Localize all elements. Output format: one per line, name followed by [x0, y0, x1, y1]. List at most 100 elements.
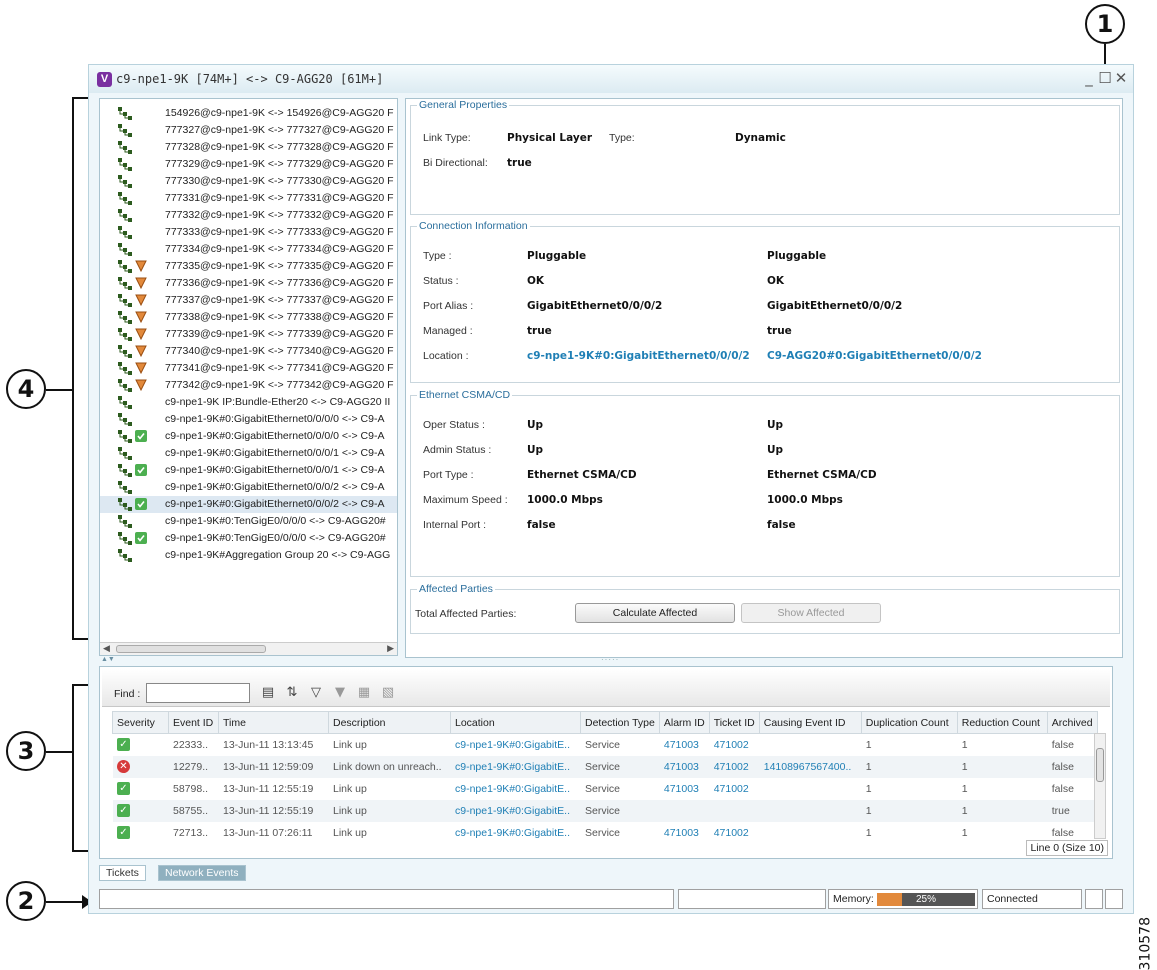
column-header[interactable]: Alarm ID [658, 711, 710, 734]
table-settings-icon[interactable]: ▦ [356, 685, 372, 701]
link-icon [118, 362, 132, 375]
tree-item[interactable]: c9-npe1-9K#0:TenGigE0/0/0/0 <-> C9-AGG20… [100, 530, 397, 547]
minimize-button[interactable]: _ [1081, 69, 1097, 87]
show-affected-button[interactable]: Show Affected [741, 603, 881, 623]
tree-item[interactable]: 777333@c9-npe1-9K <-> 777333@C9-AGG20 F [100, 224, 397, 241]
column-header[interactable]: Reduction Count [956, 711, 1048, 734]
link-icon [118, 481, 132, 494]
splitter-grip-icon[interactable]: ····· [601, 655, 619, 664]
link-icon [118, 243, 132, 256]
tree-item[interactable]: 777330@c9-npe1-9K <-> 777330@C9-AGG20 F [100, 173, 397, 190]
tree-item[interactable]: c9-npe1-9K#0:GigabitEthernet0/0/0/0 <-> … [100, 411, 397, 428]
tree-item[interactable]: c9-npe1-9K#Aggregation Group 20 <-> C9-A… [100, 547, 397, 564]
column-header[interactable]: Duplication Count [860, 711, 958, 734]
cell-location: c9-npe1-9K#0:GigabitE.. [455, 826, 570, 839]
callout-3-leader [46, 751, 72, 753]
group-title: Connection Information [417, 220, 530, 232]
tree-item[interactable]: 777331@c9-npe1-9K <-> 777331@C9-AGG20 F [100, 190, 397, 207]
event-row[interactable]: ✓ 22333.. 13-Jun-11 13:13:45 Link up c9-npe1… [113, 734, 1098, 756]
cell-location: c9-npe1-9K#0:GigabitE.. [450, 799, 581, 822]
tree-item[interactable]: 777327@c9-npe1-9K <-> 777327@C9-AGG20 F [100, 122, 397, 139]
event-row[interactable]: ✕ 12279.. 13-Jun-11 12:59:09 Link down on u… [112, 755, 1098, 778]
callout-4-leader [46, 389, 72, 391]
link-type-label: Link Type: [423, 132, 471, 144]
column-header[interactable]: Location [450, 711, 581, 734]
tree-item[interactable]: 777339@c9-npe1-9K <-> 777339@C9-AGG20 F [100, 326, 397, 343]
export-icon[interactable]: ▤ [260, 685, 276, 701]
tree-item[interactable]: 777334@c9-npe1-9K <-> 777334@C9-AGG20 F [100, 241, 397, 258]
close-button[interactable]: ✕ [1113, 69, 1129, 87]
cleared-icon: ✓ [117, 804, 130, 817]
bidirectional-label: Bi Directional: [423, 157, 488, 169]
column-header[interactable]: Event ID [168, 711, 219, 734]
tree-item[interactable]: 777332@c9-npe1-9K <-> 777332@C9-AGG20 F [100, 207, 397, 224]
tree-item[interactable]: c9-npe1-9K#0:TenGigE0/0/0/0 <-> C9-AGG20… [100, 513, 397, 530]
columns-icon[interactable]: ▧ [380, 685, 396, 701]
tree-item[interactable]: c9-npe1-9K#0:GigabitEthernet0/0/0/2 <-> … [100, 479, 397, 496]
events-vertical-scrollbar[interactable] [1094, 733, 1106, 839]
column-header[interactable]: Causing Event ID [758, 711, 862, 734]
tree-item[interactable]: 777328@c9-npe1-9K <-> 777328@C9-AGG20 F [100, 139, 397, 156]
connection-value-remote[interactable]: C9-AGG20#0:GigabitEthernet0/0/0/2 [767, 350, 982, 362]
filter-icon[interactable]: ▽ [308, 685, 324, 701]
tree-horizontal-scrollbar[interactable]: ◀ ▶ [100, 642, 397, 655]
tree-item[interactable]: 777338@c9-npe1-9K <-> 777338@C9-AGG20 F [100, 309, 397, 326]
calculate-affected-button[interactable]: Calculate Affected [575, 603, 735, 623]
column-header[interactable]: Severity [112, 711, 169, 734]
link-icon [118, 209, 132, 222]
tree-scroll-thumb[interactable] [116, 645, 266, 653]
severity-cell: ✓ [113, 734, 169, 756]
column-header[interactable]: Archived [1046, 711, 1098, 734]
tree-item[interactable]: 154926@c9-npe1-9K <-> 154926@C9-AGG20 F [100, 105, 397, 122]
column-header[interactable]: Time [218, 711, 329, 734]
tab-network-events[interactable]: Network Events [158, 865, 246, 881]
tree-item[interactable]: 777340@c9-npe1-9K <-> 777340@C9-AGG20 F [100, 343, 397, 360]
group-title: General Properties [417, 99, 510, 111]
event-row[interactable]: ✓ 72713.. 13-Jun-11 07:26:11 Link up c9-npe1… [113, 822, 1098, 844]
scroll-left-icon[interactable]: ◀ [103, 643, 110, 654]
link-icon [118, 464, 132, 477]
sort-az-icon[interactable]: ⇅ [284, 685, 300, 701]
tree-item[interactable]: c9-npe1-9K#0:GigabitEthernet0/0/0/1 <-> … [100, 445, 397, 462]
tree-item[interactable]: 777341@c9-npe1-9K <-> 777341@C9-AGG20 F [100, 360, 397, 377]
tree-item[interactable]: c9-npe1-9K#0:GigabitEthernet0/0/0/2 <-> … [100, 496, 397, 513]
maximize-button[interactable]: ☐ [1097, 69, 1113, 87]
connection-value-remote: OK [767, 275, 785, 287]
tree-item-label: 777335@c9-npe1-9K <-> 777335@C9-AGG20 F [165, 260, 394, 272]
collapse-arrows-icon[interactable]: ▲▼ [101, 656, 115, 663]
tree-item[interactable]: c9-npe1-9K#0:GigabitEthernet0/0/0/1 <-> … [100, 462, 397, 479]
ethernet-row-label: Internal Port : [423, 519, 487, 531]
tree-item-label: c9-npe1-9K#0:TenGigE0/0/0/0 <-> C9-AGG20… [165, 532, 386, 544]
ethernet-value-local: Ethernet CSMA/CD [527, 469, 637, 481]
tree-item-label: 777328@c9-npe1-9K <-> 777328@C9-AGG20 F [165, 141, 394, 153]
tree-item[interactable]: 777329@c9-npe1-9K <-> 777329@C9-AGG20 F [100, 156, 397, 173]
tree-item[interactable]: 777336@c9-npe1-9K <-> 777336@C9-AGG20 F [100, 275, 397, 292]
tree-item[interactable]: c9-npe1-9K IP:Bundle-Ether20 <-> C9-AGG2… [100, 394, 397, 411]
column-header[interactable]: Description [328, 711, 451, 734]
find-input[interactable] [146, 683, 250, 703]
tab-tickets[interactable]: Tickets [99, 865, 146, 881]
cell-causing [759, 822, 861, 844]
filter-clear-icon[interactable]: ▼ [332, 685, 348, 701]
cell-alarm: 471003 [659, 755, 710, 778]
cell-archived: false [1047, 755, 1098, 778]
scroll-right-icon[interactable]: ▶ [387, 643, 394, 654]
tree-item[interactable]: 777335@c9-npe1-9K <-> 777335@C9-AGG20 F [100, 258, 397, 275]
warning-icon [135, 277, 147, 290]
events-scroll-thumb[interactable] [1096, 748, 1104, 782]
tree-item-label: 777341@c9-npe1-9K <-> 777341@C9-AGG20 F [165, 362, 394, 374]
tree-item-label: 777338@c9-npe1-9K <-> 777338@C9-AGG20 F [165, 311, 394, 323]
panel-splitter[interactable]: ▲▼ ····· [89, 655, 1133, 666]
title-bar[interactable]: V c9-npe1-9K [74M+] <-> C9-AGG20 [61M+] … [89, 65, 1133, 93]
column-header[interactable]: Detection Type [580, 711, 660, 734]
connection-value-local[interactable]: c9-npe1-9K#0:GigabitEthernet0/0/0/2 [527, 350, 750, 362]
event-row[interactable]: ✓ 58755.. 13-Jun-11 12:55:19 Link up c9-npe1… [112, 799, 1098, 822]
connection-value-remote: Pluggable [767, 250, 827, 262]
tree-item[interactable]: c9-npe1-9K#0:GigabitEthernet0/0/0/0 <-> … [100, 428, 397, 445]
tree-item[interactable]: 777337@c9-npe1-9K <-> 777337@C9-AGG20 F [100, 292, 397, 309]
cell-event_id: 12279.. [168, 755, 219, 778]
tree-item[interactable]: 777342@c9-npe1-9K <-> 777342@C9-AGG20 F [100, 377, 397, 394]
column-header[interactable]: Ticket ID [708, 711, 760, 734]
cell-location: c9-npe1-9K#0:GigabitE.. [450, 755, 581, 778]
event-row[interactable]: ✓ 58798.. 13-Jun-11 12:55:19 Link up c9-npe1… [113, 778, 1098, 800]
